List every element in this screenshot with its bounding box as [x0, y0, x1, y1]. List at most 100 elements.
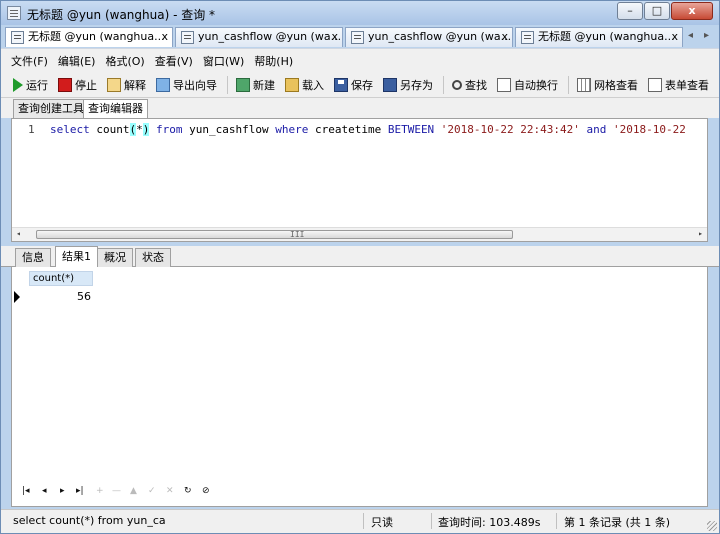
form-icon: [648, 77, 662, 92]
word-wrap-label: 自动换行: [514, 78, 558, 92]
status-bar: select count(*) from yun_cashflc 只读 查询时间…: [1, 509, 719, 533]
find-label: 查找: [465, 78, 487, 92]
scroll-right-icon[interactable]: ▸: [698, 229, 703, 238]
menu-file[interactable]: 文件(F): [11, 53, 48, 69]
apply-changes-icon[interactable]: ✓: [148, 486, 156, 496]
save-as-button[interactable]: 另存为: [383, 77, 433, 93]
first-record-icon[interactable]: |◂: [22, 486, 30, 496]
result-grid: count(*) 56: [11, 267, 708, 477]
save-as-label: 另存为: [400, 78, 433, 92]
tab-close-icon[interactable]: x: [161, 28, 168, 46]
new-query-icon: [236, 77, 250, 92]
menu-window[interactable]: 窗口(W): [203, 53, 244, 69]
load-label: 载入: [302, 78, 324, 92]
prev-record-icon[interactable]: ◂: [42, 486, 47, 496]
delete-record-icon[interactable]: —: [112, 486, 121, 496]
current-row-indicator-icon: [14, 291, 20, 303]
cancel-changes-icon[interactable]: ✕: [166, 486, 174, 496]
doc-tab-1[interactable]: 无标题 @yun (wanghua... x: [5, 27, 173, 47]
stop-button[interactable]: 停止: [58, 77, 97, 93]
stop-label: 停止: [75, 78, 97, 92]
tab-overview[interactable]: 概况: [97, 248, 133, 267]
keyword-from: from: [149, 123, 183, 136]
tab-close-icon[interactable]: x: [671, 28, 678, 46]
magnifier-icon: [452, 79, 462, 90]
explain-button[interactable]: 解释: [107, 77, 146, 93]
toolbar-separator: [568, 75, 569, 94]
menu-edit[interactable]: 编辑(E): [58, 53, 96, 69]
tab-close-icon[interactable]: x: [501, 28, 508, 46]
keyword-and: and: [579, 123, 607, 136]
play-icon: [13, 77, 23, 92]
form-view-label: 表单查看: [665, 78, 709, 92]
toolbar-separator: [227, 75, 228, 94]
form-view-button[interactable]: 表单查看: [648, 77, 709, 93]
menu-format[interactable]: 格式(O): [105, 53, 144, 69]
tab-scroll-right-icon[interactable]: ▸: [704, 30, 709, 41]
export-wizard-button[interactable]: 导出向导: [156, 77, 217, 93]
result-tabs: 信息 结果1 概况 状态: [1, 246, 719, 267]
edit-record-icon[interactable]: ▲: [130, 486, 137, 496]
tab-scroll-left-icon[interactable]: ◂: [688, 30, 693, 41]
editor-horizontal-scrollbar[interactable]: ◂ III ▸: [12, 227, 707, 241]
save-button[interactable]: 保存: [334, 77, 373, 93]
query-tab-icon: [181, 31, 194, 44]
app-window: 无标题 @yun (wanghua) - 查询 * – □ x 无标题 @yun…: [0, 0, 720, 534]
query-tab-icon: [11, 31, 24, 44]
menu-help[interactable]: 帮助(H): [254, 53, 293, 69]
document-tabs: 无标题 @yun (wanghua... x yun_cashflow @yun…: [5, 27, 717, 47]
doc-tab-3[interactable]: yun_cashflow @yun (wa... x: [345, 27, 513, 47]
status-query-time: 查询时间: 103.489s: [438, 516, 541, 529]
resize-grip-icon[interactable]: [707, 521, 717, 531]
floppy-disk-icon: [334, 77, 348, 92]
new-button[interactable]: 新建: [236, 77, 275, 93]
column-header-count[interactable]: count(*): [29, 271, 93, 286]
doc-tab-4[interactable]: 无标题 @yun (wanghua... x: [515, 27, 683, 47]
sql-code-line[interactable]: select count(*) from yun_cashflow where …: [50, 123, 686, 136]
doc-tab-label: yun_cashflow @yun (wa...: [198, 30, 342, 43]
grid-view-label: 网格查看: [594, 78, 638, 92]
tab-query-editor[interactable]: 查询编辑器: [83, 99, 148, 118]
next-record-icon[interactable]: ▸: [60, 486, 65, 496]
query-tab-icon: [521, 31, 534, 44]
toolbar-separator: [443, 75, 444, 94]
last-record-icon[interactable]: ▸|: [76, 486, 84, 496]
stop-loading-icon[interactable]: ⊘: [202, 486, 210, 496]
record-navigation-bar: |◂ ◂ ▸ ▸| + — ▲ ✓ ✕ ↻ ⊘: [11, 477, 708, 507]
tab-status[interactable]: 状态: [135, 248, 171, 267]
scrollbar-thumb[interactable]: III: [36, 230, 513, 239]
refresh-icon[interactable]: ↻: [184, 486, 192, 496]
status-read-only: 只读: [371, 516, 393, 529]
window-title: 无标题 @yun (wanghua) - 查询 *: [27, 8, 216, 22]
export-wizard-label: 导出向导: [173, 78, 217, 92]
status-separator: [431, 513, 432, 529]
query-tab-icon: [351, 31, 364, 44]
maximize-button[interactable]: □: [644, 2, 670, 20]
tab-close-icon[interactable]: x: [331, 28, 338, 46]
scroll-left-icon[interactable]: ◂: [16, 229, 21, 238]
find-button[interactable]: 查找: [452, 77, 487, 93]
keyword-select: select: [50, 123, 90, 136]
menu-view[interactable]: 查看(V): [155, 53, 193, 69]
run-button[interactable]: 运行: [13, 77, 48, 93]
tab-result-1[interactable]: 结果1: [55, 246, 98, 267]
word-wrap-button[interactable]: 自动换行: [497, 77, 558, 93]
grid-view-button[interactable]: 网格查看: [577, 77, 638, 93]
toolbar: 运行 停止 解释 导出向导 新建 载入 保存 另存为 查找 自动换行 网格查看 …: [1, 72, 719, 98]
doc-tab-2[interactable]: yun_cashflow @yun (wa... x: [175, 27, 343, 47]
sql-editor[interactable]: 1 select count(*) from yun_cashflow wher…: [11, 118, 708, 242]
grid-icon: [577, 77, 591, 92]
column-name: createtime: [308, 123, 382, 136]
window-controls: – □ x: [617, 2, 713, 20]
minimize-button[interactable]: –: [617, 2, 643, 20]
export-icon: [156, 77, 170, 92]
save-as-icon: [383, 77, 397, 92]
close-window-button[interactable]: x: [671, 2, 713, 20]
tab-query-builder[interactable]: 查询创建工具: [13, 99, 89, 118]
load-button[interactable]: 载入: [285, 77, 324, 93]
tab-info[interactable]: 信息: [15, 248, 51, 267]
new-label: 新建: [253, 78, 275, 92]
table-cell[interactable]: 56: [29, 289, 93, 305]
add-record-icon[interactable]: +: [96, 486, 104, 496]
word-wrap-icon: [497, 77, 511, 92]
